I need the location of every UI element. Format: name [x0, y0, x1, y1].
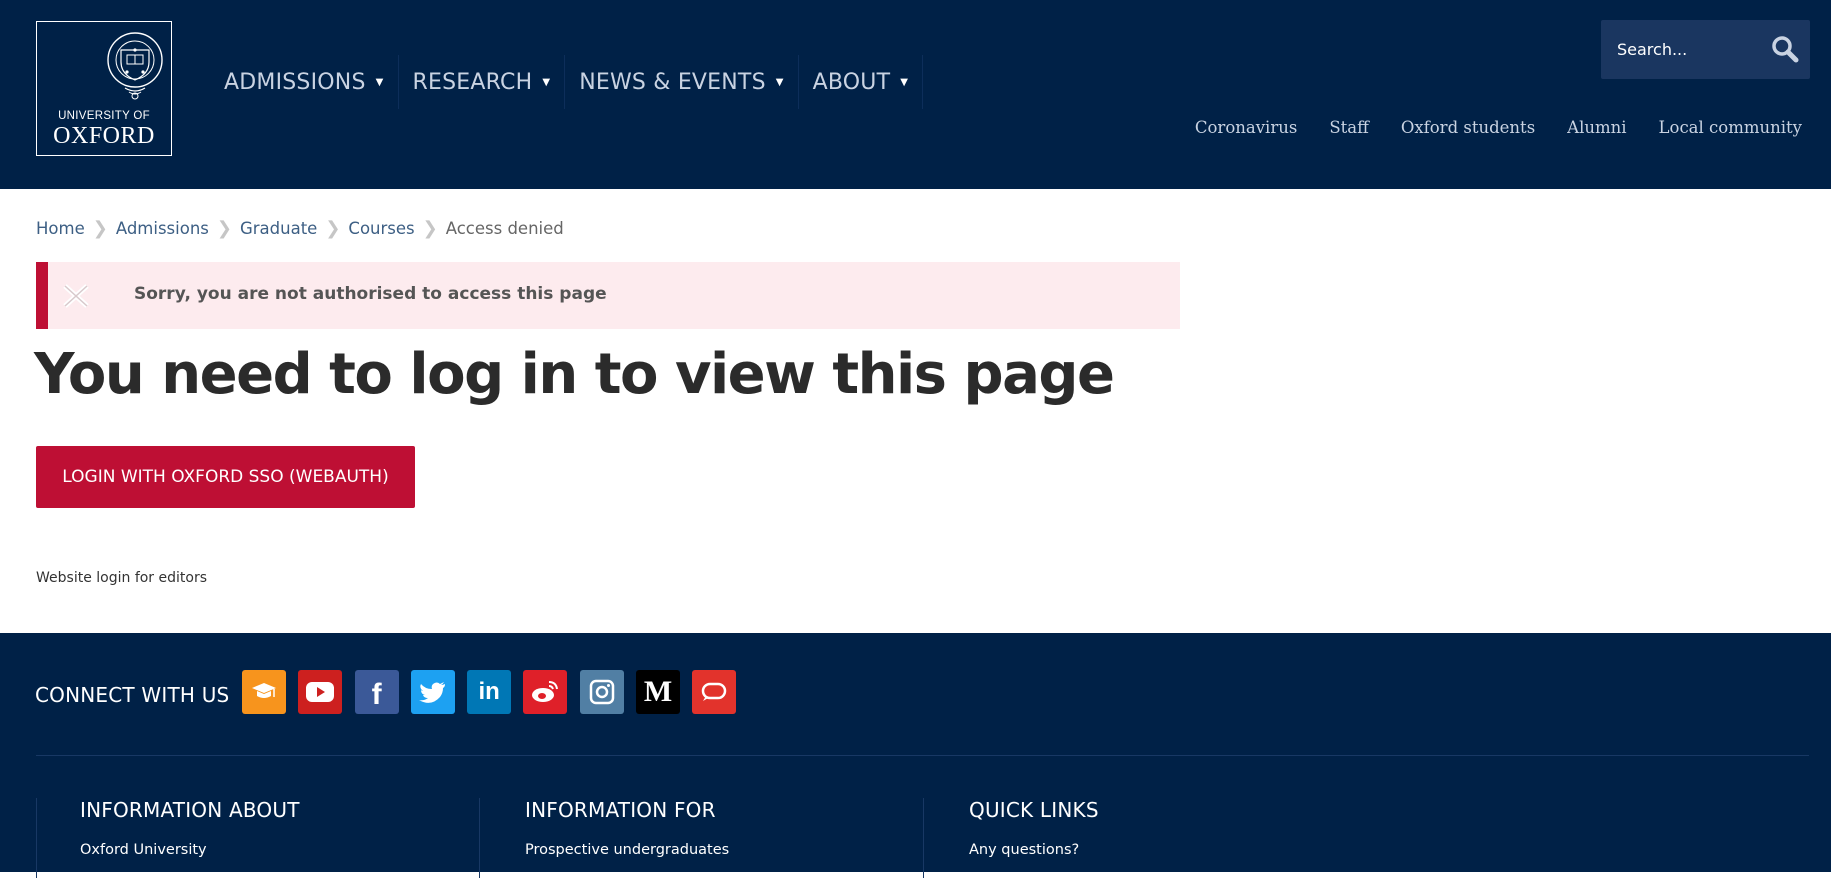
nav-research[interactable]: RESEARCH ▼ [399, 55, 566, 109]
medium-icon[interactable]: M [636, 670, 681, 714]
footer-heading: INFORMATION FOR [525, 798, 716, 822]
breadcrumb-home[interactable]: Home [36, 219, 85, 238]
site-footer: CONNECT WITH US f in M INFORMATION ABOUT… [0, 633, 1831, 878]
logo-oxford: OXFORD [53, 123, 155, 149]
logo-university-of: UNIVERSITY OF [58, 110, 150, 122]
utility-nav: Coronavirus Staff Oxford students Alumni… [1163, 118, 1802, 137]
social-links: f in M [242, 670, 749, 714]
breadcrumb-separator-icon: ❯ [325, 218, 341, 239]
util-link-staff[interactable]: Staff [1329, 118, 1369, 137]
column-divider [36, 798, 37, 878]
footer-heading: INFORMATION ABOUT [80, 798, 300, 822]
weibo-icon[interactable] [523, 670, 568, 714]
oxford-logo[interactable]: UNIVERSITY OF OXFORD [36, 21, 172, 156]
util-link-local-community[interactable]: Local community [1659, 118, 1802, 137]
crest-icon [107, 32, 163, 100]
main-nav: ADMISSIONS ▼ RESEARCH ▼ NEWS & EVENTS ▼ … [211, 55, 924, 109]
breadcrumb: Home ❯ Admissions ❯ Graduate ❯ Courses ❯… [36, 218, 564, 239]
util-link-oxford-students[interactable]: Oxford students [1401, 118, 1535, 137]
breadcrumb-courses[interactable]: Courses [348, 219, 414, 238]
close-icon [63, 284, 89, 308]
nav-admissions[interactable]: ADMISSIONS ▼ [211, 55, 399, 109]
footer-link[interactable]: Prospective undergraduates [525, 842, 729, 858]
alert-message: Sorry, you are not authorised to access … [134, 284, 607, 304]
nav-admissions-label: ADMISSIONS [224, 69, 366, 95]
nav-news-events-label: NEWS & EVENTS [579, 69, 766, 95]
breadcrumb-graduate[interactable]: Graduate [240, 219, 317, 238]
nav-about[interactable]: ABOUT ▼ [799, 55, 924, 109]
itunes-u-icon[interactable] [242, 670, 286, 714]
column-divider [923, 798, 924, 878]
nav-news-events[interactable]: NEWS & EVENTS ▼ [565, 55, 799, 109]
nav-about-label: ABOUT [812, 69, 891, 95]
connect-heading: CONNECT WITH US [35, 683, 230, 707]
chat-icon[interactable] [692, 670, 737, 714]
footer-heading: QUICK LINKS [969, 798, 1099, 822]
util-link-alumni[interactable]: Alumni [1567, 118, 1626, 137]
breadcrumb-admissions[interactable]: Admissions [116, 219, 209, 238]
footer-column-quick-links: QUICK LINKS Any questions? [969, 798, 1099, 858]
facebook-icon[interactable]: f [354, 670, 399, 714]
youtube-icon[interactable] [298, 670, 343, 714]
column-divider [479, 798, 480, 878]
breadcrumb-separator-icon: ❯ [92, 218, 108, 239]
footer-divider [36, 755, 1809, 756]
util-link-coronavirus[interactable]: Coronavirus [1195, 118, 1297, 137]
footer-link[interactable]: Any questions? [969, 842, 1099, 858]
footer-column-information-for: INFORMATION FOR Prospective undergraduat… [525, 798, 729, 858]
search-icon[interactable] [1770, 34, 1800, 64]
breadcrumb-current: Access denied [445, 219, 564, 238]
page-title: You need to log in to view this page [34, 342, 1115, 407]
error-alert: Sorry, you are not authorised to access … [36, 262, 1180, 329]
caret-down-icon: ▼ [375, 76, 384, 88]
caret-down-icon: ▼ [775, 76, 784, 88]
footer-link[interactable]: Oxford University [80, 842, 300, 858]
twitter-icon[interactable] [410, 670, 455, 714]
login-sso-button[interactable]: LOGIN WITH OXFORD SSO (WEBAUTH) [36, 446, 415, 508]
caret-down-icon: ▼ [542, 76, 551, 88]
search-box [1601, 20, 1810, 79]
search-input[interactable] [1617, 36, 1757, 62]
nav-research-label: RESEARCH [412, 69, 533, 95]
linkedin-icon[interactable]: in [467, 670, 512, 714]
caret-down-icon: ▼ [900, 76, 909, 88]
breadcrumb-separator-icon: ❯ [422, 218, 438, 239]
instagram-icon[interactable] [579, 670, 624, 714]
site-header: UNIVERSITY OF OXFORD ADMISSIONS ▼ RESEAR… [0, 0, 1831, 189]
editors-login-link[interactable]: Website login for editors [36, 570, 207, 586]
breadcrumb-separator-icon: ❯ [216, 218, 232, 239]
footer-column-information-about: INFORMATION ABOUT Oxford University [80, 798, 300, 858]
